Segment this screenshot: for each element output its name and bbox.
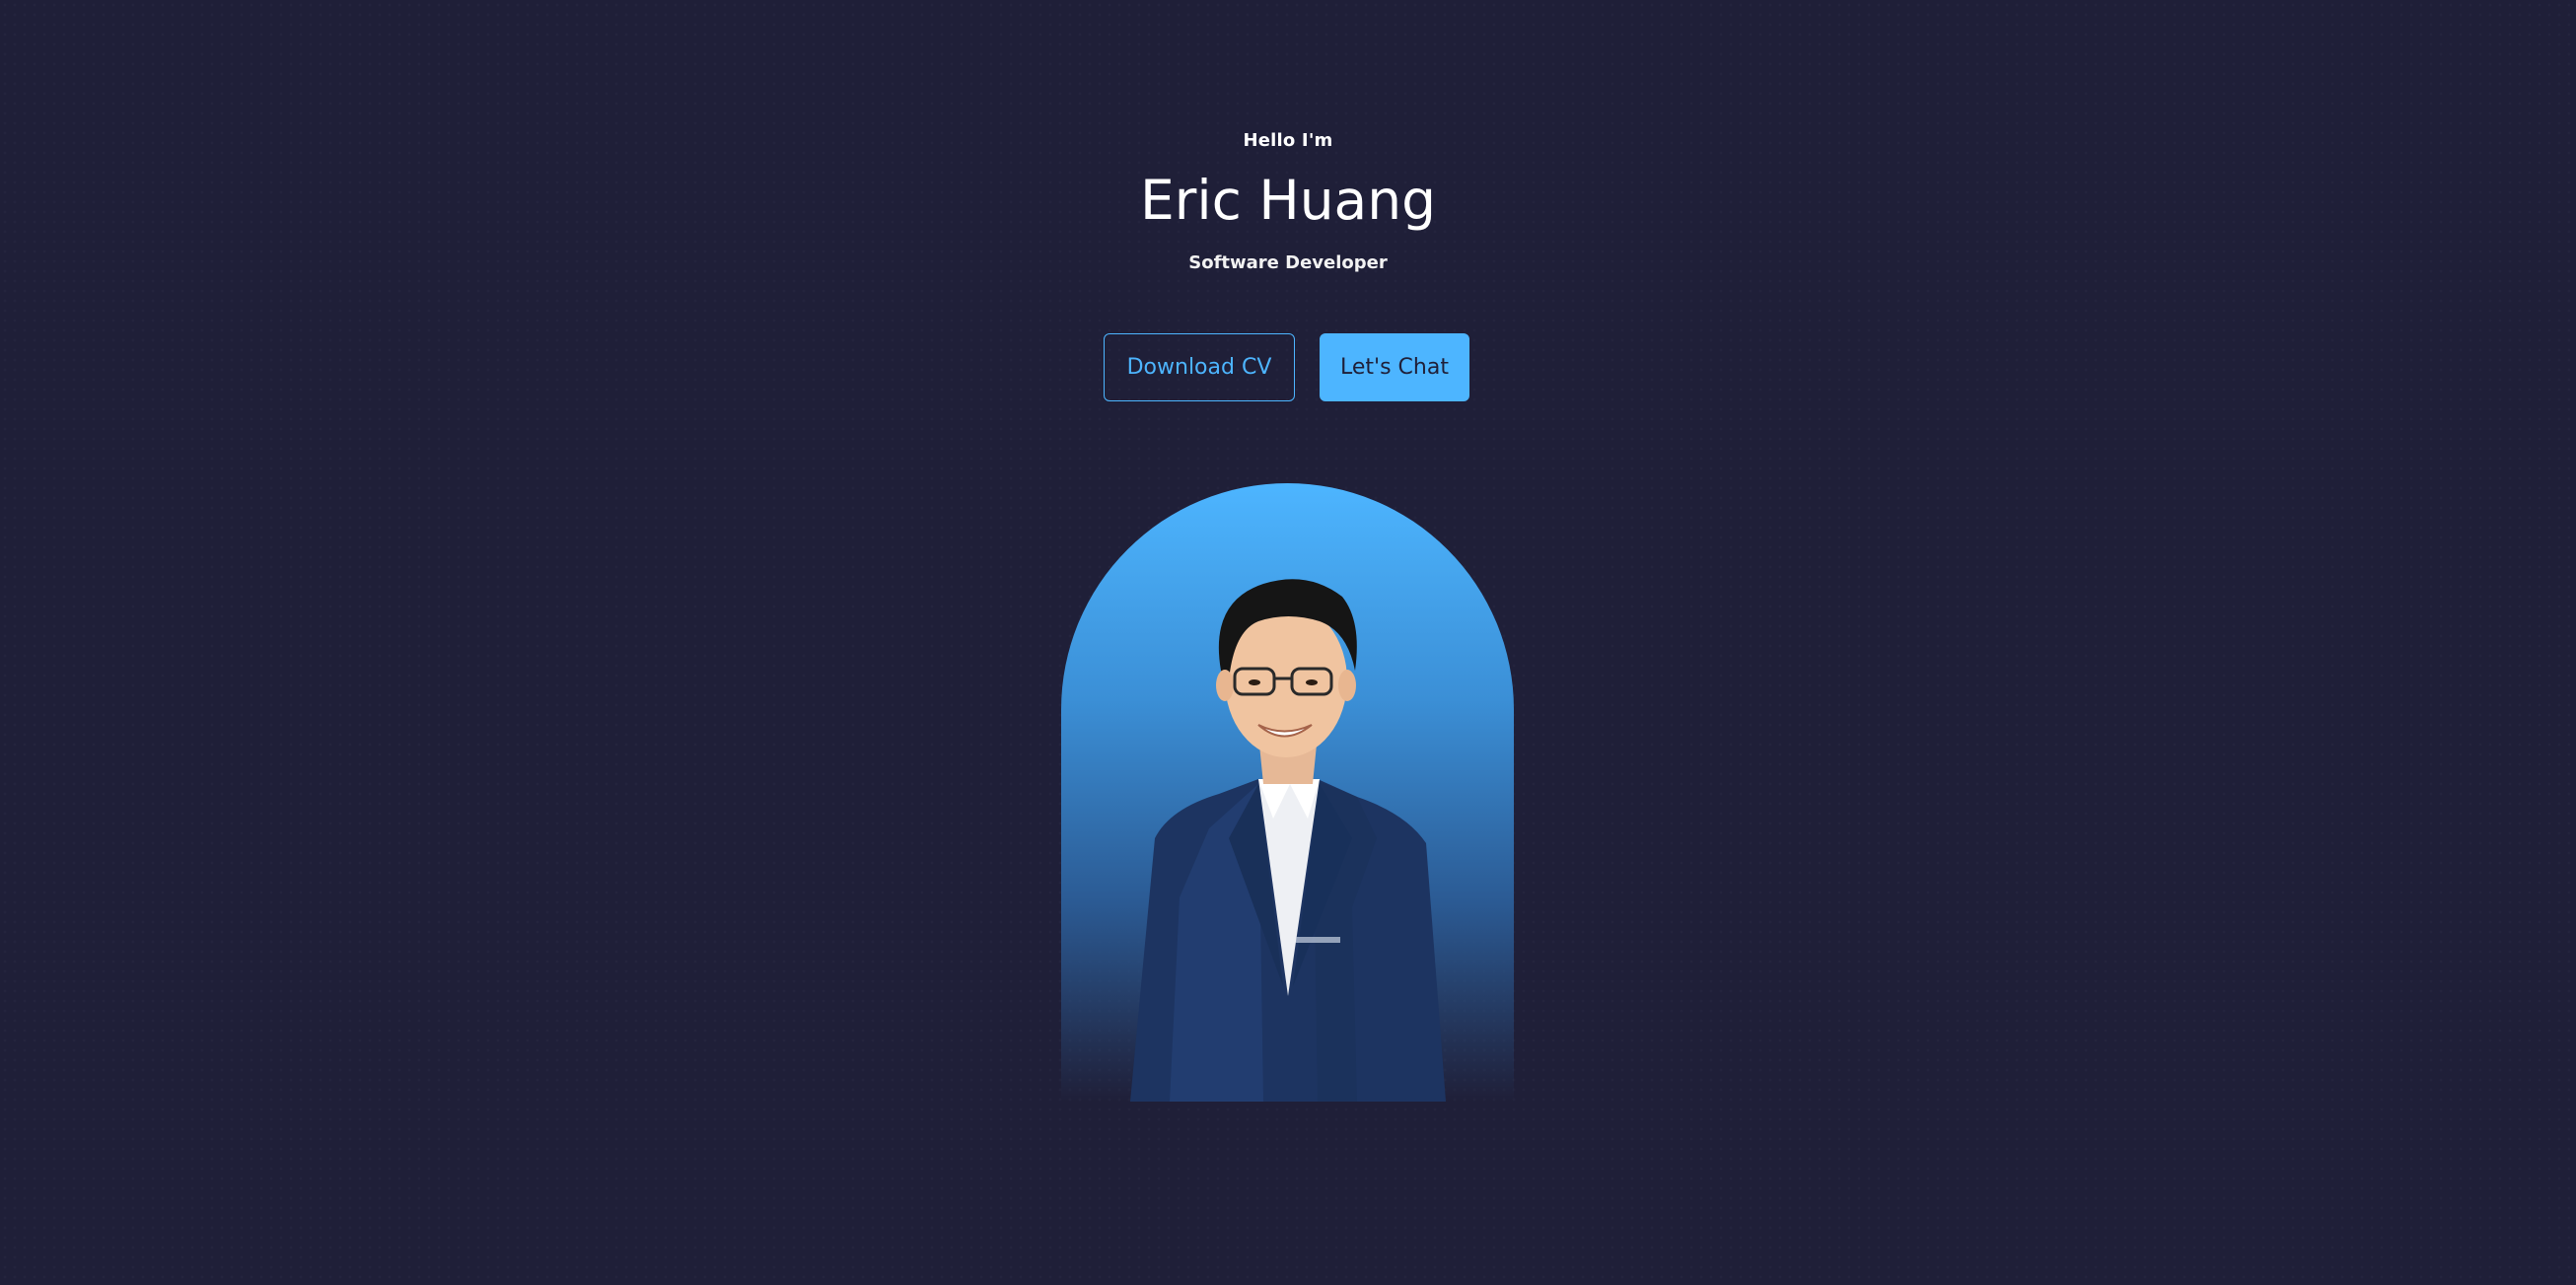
role-subtitle: Software Developer <box>1188 252 1388 273</box>
cta-buttons: Download CV Let's Chat <box>1104 333 1469 401</box>
greeting-text: Hello I'm <box>1243 130 1333 151</box>
hero-section: Hello I'm Eric Huang Software Developer … <box>0 0 2576 1285</box>
page-title: Eric Huang <box>1139 169 1437 232</box>
lets-chat-button[interactable]: Let's Chat <box>1320 333 1469 401</box>
download-cv-button[interactable]: Download CV <box>1104 333 1295 401</box>
portrait-image <box>1130 579 1446 1102</box>
portrait-frame <box>1061 483 1514 1102</box>
